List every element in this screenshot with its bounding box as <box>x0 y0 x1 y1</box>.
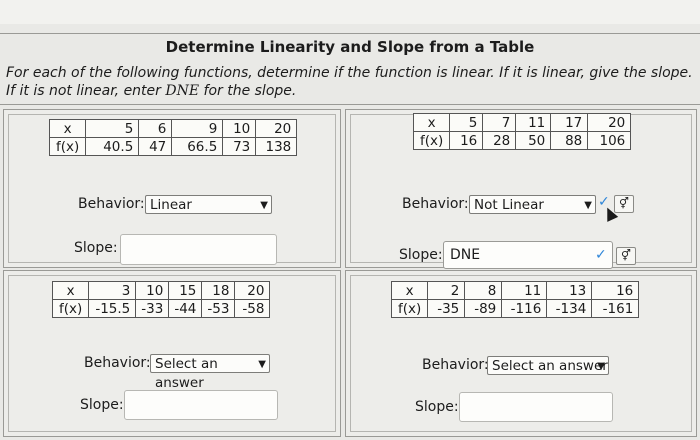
table-cell: 66.5 <box>171 137 224 156</box>
table-row-fx: f(x) 40.5 47 66.5 73 138 <box>48 137 298 156</box>
instructions-text-end: for the slope. <box>199 83 297 99</box>
table-header-fx: f(x) <box>48 137 87 156</box>
table-cell: 20 <box>234 281 271 300</box>
top-band <box>0 0 700 24</box>
problem-3-panel: x 3 10 15 18 20 f(x) -15.5 -33 -44 -53 -… <box>3 270 341 437</box>
table-cell: 18 <box>201 281 236 300</box>
behavior-select[interactable]: Select an answer ▼ <box>150 354 270 391</box>
header-divider <box>0 33 700 34</box>
table-cell: 20 <box>587 113 632 132</box>
problem-2-panel: x 5 7 11 17 20 f(x) 16 28 50 88 106 Beha… <box>345 109 697 269</box>
instructions-text: For each of the following functions, det… <box>6 65 693 99</box>
page-title: Determine Linearity and Slope from a Tab… <box>165 38 535 56</box>
table-row-fx: f(x) -15.5 -33 -44 -53 -58 <box>51 299 271 318</box>
table-cell: -58 <box>234 299 271 318</box>
table-cell: -35 <box>427 299 466 318</box>
table-cell: -33 <box>135 299 170 318</box>
table-header-x: x <box>51 281 90 300</box>
problem-3-table: x 3 10 15 18 20 f(x) -15.5 -33 -44 -53 -… <box>51 281 271 318</box>
table-cell: 15 <box>168 281 203 300</box>
table-cell: -134 <box>546 299 593 318</box>
table-cell: 13 <box>546 281 593 300</box>
checkmark-icon: ✓ <box>595 247 607 263</box>
behavior-label: Behavior: <box>402 196 469 212</box>
table-row-x: x 5 6 9 10 20 <box>48 119 298 138</box>
table-cell: -116 <box>501 299 548 318</box>
slope-label: Slope: <box>399 247 443 263</box>
table-cell: 3 <box>88 281 137 300</box>
table-row-x: x 5 7 11 17 20 <box>412 113 632 132</box>
behavior-select[interactable]: Select an answer ▼ <box>487 356 609 375</box>
instructions: For each of the following functions, det… <box>6 64 696 100</box>
table-row-fx: f(x) -35 -89 -116 -134 -161 <box>390 299 640 318</box>
table-cell: 50 <box>515 131 552 150</box>
problem-2-table: x 5 7 11 17 20 f(x) 16 28 50 88 106 <box>412 113 632 150</box>
problem-4-table: x 2 8 11 13 16 f(x) -35 -89 -116 -134 -1… <box>390 281 640 318</box>
behavior-label: Behavior: <box>78 196 145 212</box>
table-cell: 17 <box>550 113 589 132</box>
chevron-down-icon: ▼ <box>260 200 268 211</box>
table-header-x: x <box>412 113 451 132</box>
instructions-dne: DNE <box>165 83 200 99</box>
table-cell: 2 <box>427 281 466 300</box>
table-cell: 5 <box>449 113 484 132</box>
table-cell: 8 <box>464 281 503 300</box>
table-header-fx: f(x) <box>412 131 451 150</box>
table-cell: 5 <box>85 119 140 138</box>
behavior-select-value: Linear <box>150 197 192 213</box>
table-cell: 47 <box>138 137 173 156</box>
table-cell: 88 <box>550 131 589 150</box>
chevron-down-icon: ▼ <box>597 361 605 372</box>
table-cell: 16 <box>591 281 640 300</box>
problem-1-panel: x 5 6 9 10 20 f(x) 40.5 47 66.5 73 138 B… <box>3 109 341 268</box>
table-cell: 16 <box>449 131 484 150</box>
table-header-x: x <box>390 281 429 300</box>
slope-input[interactable]: DNE <box>443 241 613 269</box>
table-cell: 7 <box>482 113 517 132</box>
behavior-label: Behavior: <box>84 355 151 371</box>
table-cell: 11 <box>501 281 548 300</box>
slope-input[interactable] <box>459 392 613 422</box>
table-cell: -161 <box>591 299 640 318</box>
slope-label: Slope: <box>415 399 459 415</box>
table-cell: -44 <box>168 299 203 318</box>
behavior-select-value: Select an answer <box>492 358 608 374</box>
behavior-label: Behavior: <box>422 357 489 373</box>
behavior-select-value: Not Linear <box>474 197 544 213</box>
gender-symbol-icon[interactable]: ⚥ <box>614 195 634 213</box>
table-cell: 73 <box>222 137 257 156</box>
table-row-x: x 3 10 15 18 20 <box>51 281 271 300</box>
table-cell: 40.5 <box>85 137 140 156</box>
table-cell: 11 <box>515 113 552 132</box>
chevron-down-icon: ▼ <box>258 359 266 370</box>
table-cell: 20 <box>255 119 298 138</box>
table-cell: 28 <box>482 131 517 150</box>
slope-label: Slope: <box>74 240 118 256</box>
chevron-down-icon: ▼ <box>584 200 592 211</box>
table-cell: -15.5 <box>88 299 137 318</box>
table-cell: 10 <box>135 281 170 300</box>
behavior-select[interactable]: Linear ▼ <box>145 195 272 214</box>
gender-symbol-icon[interactable]: ⚥ <box>616 247 636 265</box>
table-cell: -53 <box>201 299 236 318</box>
table-row-x: x 2 8 11 13 16 <box>390 281 640 300</box>
problem-4-panel: x 2 8 11 13 16 f(x) -35 -89 -116 -134 -1… <box>345 270 697 437</box>
table-header-fx: f(x) <box>390 299 429 318</box>
slope-label: Slope: <box>80 397 124 413</box>
slope-input[interactable] <box>120 234 277 265</box>
table-cell: 10 <box>222 119 257 138</box>
problem-1-table: x 5 6 9 10 20 f(x) 40.5 47 66.5 73 138 <box>48 119 298 156</box>
table-cell: -89 <box>464 299 503 318</box>
table-cell: 106 <box>587 131 632 150</box>
slope-input[interactable] <box>124 390 278 420</box>
instructions-divider <box>0 104 700 105</box>
table-cell: 138 <box>255 137 298 156</box>
table-row-fx: f(x) 16 28 50 88 106 <box>412 131 632 150</box>
table-cell: 9 <box>171 119 224 138</box>
behavior-select[interactable]: Not Linear ▼ <box>469 195 596 214</box>
table-header-fx: f(x) <box>51 299 90 318</box>
table-header-x: x <box>48 119 87 138</box>
table-cell: 6 <box>138 119 173 138</box>
